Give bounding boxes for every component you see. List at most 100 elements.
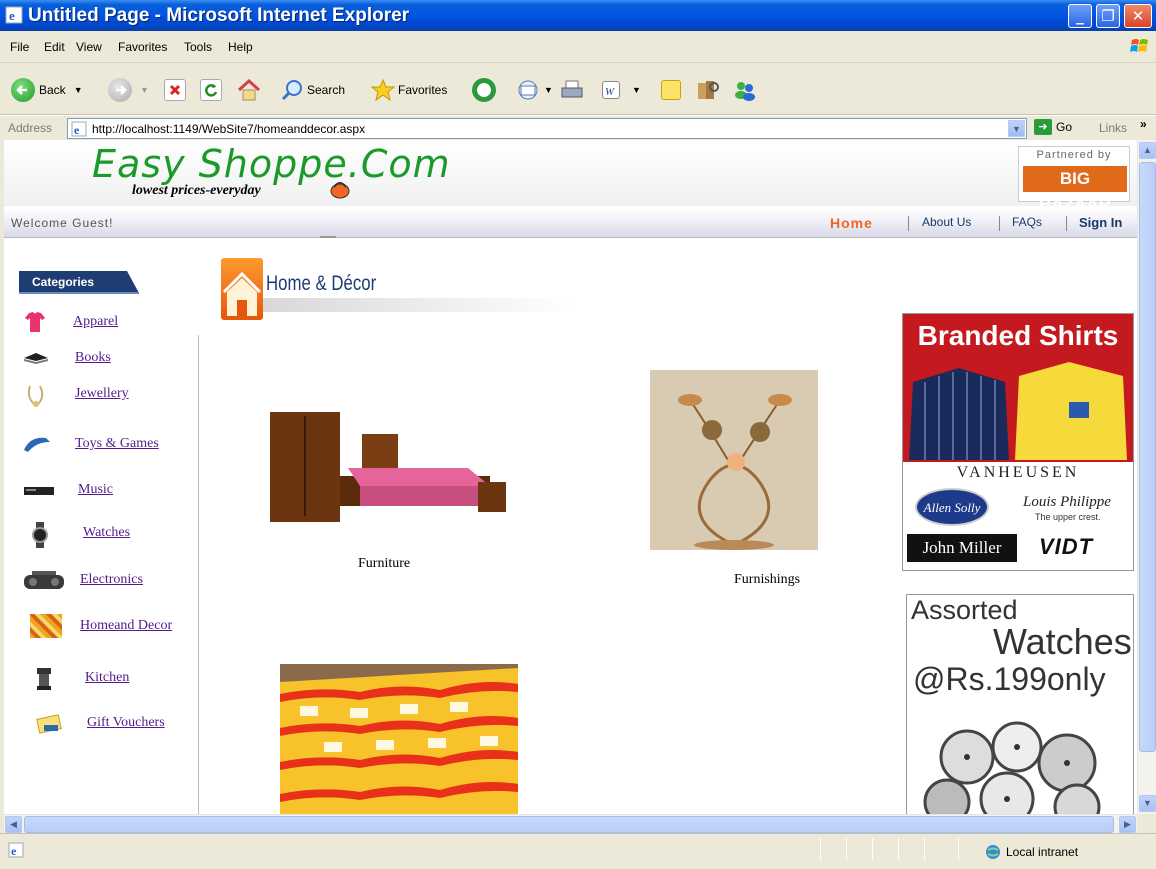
partner-banner[interactable]: Partnered by BIG BAZAAR (1018, 146, 1130, 214)
restore-icon: ❐ (1101, 7, 1115, 25)
research-button[interactable] (696, 77, 720, 103)
jewellery-icon (22, 382, 52, 408)
horizontal-scroll-thumb[interactable] (24, 816, 1114, 833)
product-label-furniture[interactable]: Furniture (358, 556, 410, 572)
menu-tools[interactable]: Tools (184, 40, 212, 54)
close-button[interactable]: ✕ (1124, 4, 1152, 28)
category-homeand-decor[interactable]: Homeand Decor (30, 614, 172, 638)
vertical-scroll-thumb[interactable] (1139, 162, 1156, 752)
go-button[interactable]: ➔ Go (1034, 119, 1072, 135)
category-link[interactable]: Watches (83, 525, 130, 541)
windows-flag-icon (1130, 39, 1148, 52)
assorted-watches-ad[interactable]: Assorted Watches @Rs.199only (906, 594, 1134, 814)
category-gift-vouchers[interactable]: Gift Vouchers (36, 711, 165, 735)
mail-button[interactable]: ▼ (516, 77, 553, 103)
nav-divider (908, 216, 909, 231)
svg-text:W: W (605, 86, 615, 98)
category-link[interactable]: Gift Vouchers (87, 715, 165, 731)
branded-shirts-ad[interactable]: Branded Shirts VANHEUSEN Allen Solly Lou… (902, 313, 1134, 571)
status-divider (820, 838, 821, 860)
menu-edit[interactable]: Edit (44, 40, 65, 54)
ie-page-icon: e (8, 842, 24, 858)
forward-button[interactable]: ▼ (108, 77, 149, 103)
category-books[interactable]: Books (22, 346, 111, 370)
ad-watches-line2: Watches (993, 621, 1132, 662)
category-link[interactable]: Jewellery (75, 386, 129, 402)
chevron-down-icon: ▼ (632, 85, 641, 95)
category-watches[interactable]: Watches (28, 521, 130, 548)
category-link[interactable]: Kitchen (85, 670, 129, 686)
category-link[interactable]: Toys & Games (75, 436, 159, 452)
security-zone[interactable]: Local intranet (985, 844, 1078, 860)
stereo-icon (22, 478, 56, 502)
category-music[interactable]: Music (22, 478, 113, 502)
category-link[interactable]: Music (78, 482, 113, 498)
address-bar: Address e http://localhost:1149/WebSite7… (0, 115, 1156, 140)
home-icon (237, 78, 261, 101)
minimize-button[interactable]: _ (1068, 4, 1092, 28)
stop-button[interactable] (164, 77, 186, 103)
address-input[interactable]: e http://localhost:1149/WebSite7/homeand… (67, 118, 1027, 139)
menu-help[interactable]: Help (228, 40, 253, 54)
menu-view[interactable]: View (76, 40, 102, 54)
page-viewport: Easy Shoppe.Com lowest prices-everyday P… (4, 140, 1137, 814)
section-header: Home & Décor (219, 258, 579, 322)
category-link[interactable]: Apparel (73, 314, 118, 330)
category-link[interactable]: Homeand Decor (80, 618, 172, 634)
bedsheet-image[interactable] (280, 664, 518, 814)
search-button[interactable]: Search (280, 77, 345, 103)
maximize-button[interactable]: ❐ (1096, 4, 1120, 28)
category-link[interactable]: Electronics (80, 572, 143, 588)
nav-faqs[interactable]: FAQs (1012, 215, 1042, 229)
menu-file[interactable]: File (10, 40, 29, 54)
scroll-right-icon[interactable]: ▶ (1119, 816, 1136, 833)
intranet-globe-icon (986, 845, 1000, 859)
section-header-underline (263, 298, 573, 312)
categories-header: Categories (19, 271, 139, 295)
nav-signin[interactable]: Sign In (1079, 215, 1122, 230)
category-electronics[interactable]: Electronics (22, 568, 143, 592)
ad-shirts-brand-vanheusen: VANHEUSEN (956, 464, 1080, 481)
category-link[interactable]: Books (75, 350, 111, 366)
mail-icon (518, 80, 538, 100)
refresh-button[interactable] (200, 77, 222, 103)
sidebar-divider (198, 335, 199, 814)
address-label: Address (8, 121, 53, 135)
svg-text:e: e (11, 844, 17, 858)
nav-home[interactable]: Home (830, 215, 873, 231)
site-nav: Welcome Guest! Home About Us FAQs Sign I… (4, 208, 1137, 238)
ad-shirts-brand-vidt: VIDT (1039, 534, 1094, 559)
title-bar: e Untitled Page - Microsoft Internet Exp… (0, 0, 1156, 31)
boombox-icon (22, 568, 66, 592)
vertical-scrollbar[interactable]: ▲ ▼ (1137, 140, 1156, 814)
back-button[interactable]: Back ▼ (11, 77, 83, 103)
section-title: Home & Décor (266, 272, 377, 295)
chevron-right-double-icon[interactable]: » (1140, 117, 1147, 131)
category-kitchen[interactable]: Kitchen (34, 666, 129, 690)
favorites-button[interactable]: Favorites (370, 77, 447, 103)
category-apparel[interactable]: Apparel (22, 310, 118, 334)
standard-toolbar: Back ▼ ▼ Search Favorites ▼ W ▼ (0, 63, 1156, 115)
nav-about[interactable]: About Us (922, 215, 971, 229)
history-button[interactable] (472, 77, 496, 103)
print-button[interactable] (560, 77, 584, 103)
furnishings-image[interactable] (650, 370, 818, 550)
category-jewellery[interactable]: Jewellery (22, 382, 129, 408)
links-label[interactable]: Links (1099, 121, 1127, 135)
menu-favorites[interactable]: Favorites (118, 40, 167, 54)
home-button[interactable] (236, 77, 262, 103)
product-label-furnishings[interactable]: Furnishings (734, 572, 800, 588)
edit-button[interactable]: W ▼ (602, 77, 641, 103)
horizontal-scrollbar[interactable]: ◀ ▶ (4, 814, 1137, 833)
scroll-left-icon[interactable]: ◀ (5, 816, 22, 833)
scroll-down-icon[interactable]: ▼ (1139, 795, 1156, 812)
discuss-button[interactable] (661, 77, 681, 103)
furniture-image[interactable] (268, 406, 508, 526)
site-tagline: lowest prices-everyday (132, 183, 261, 198)
zone-label: Local intranet (1006, 845, 1079, 859)
site-logo[interactable]: Easy Shoppe.Com (92, 142, 451, 186)
messenger-button[interactable] (732, 77, 758, 103)
category-toys-games[interactable]: Toys & Games (22, 432, 159, 456)
address-dropdown-icon[interactable]: ▼ (1008, 120, 1025, 137)
scroll-up-icon[interactable]: ▲ (1139, 142, 1156, 159)
